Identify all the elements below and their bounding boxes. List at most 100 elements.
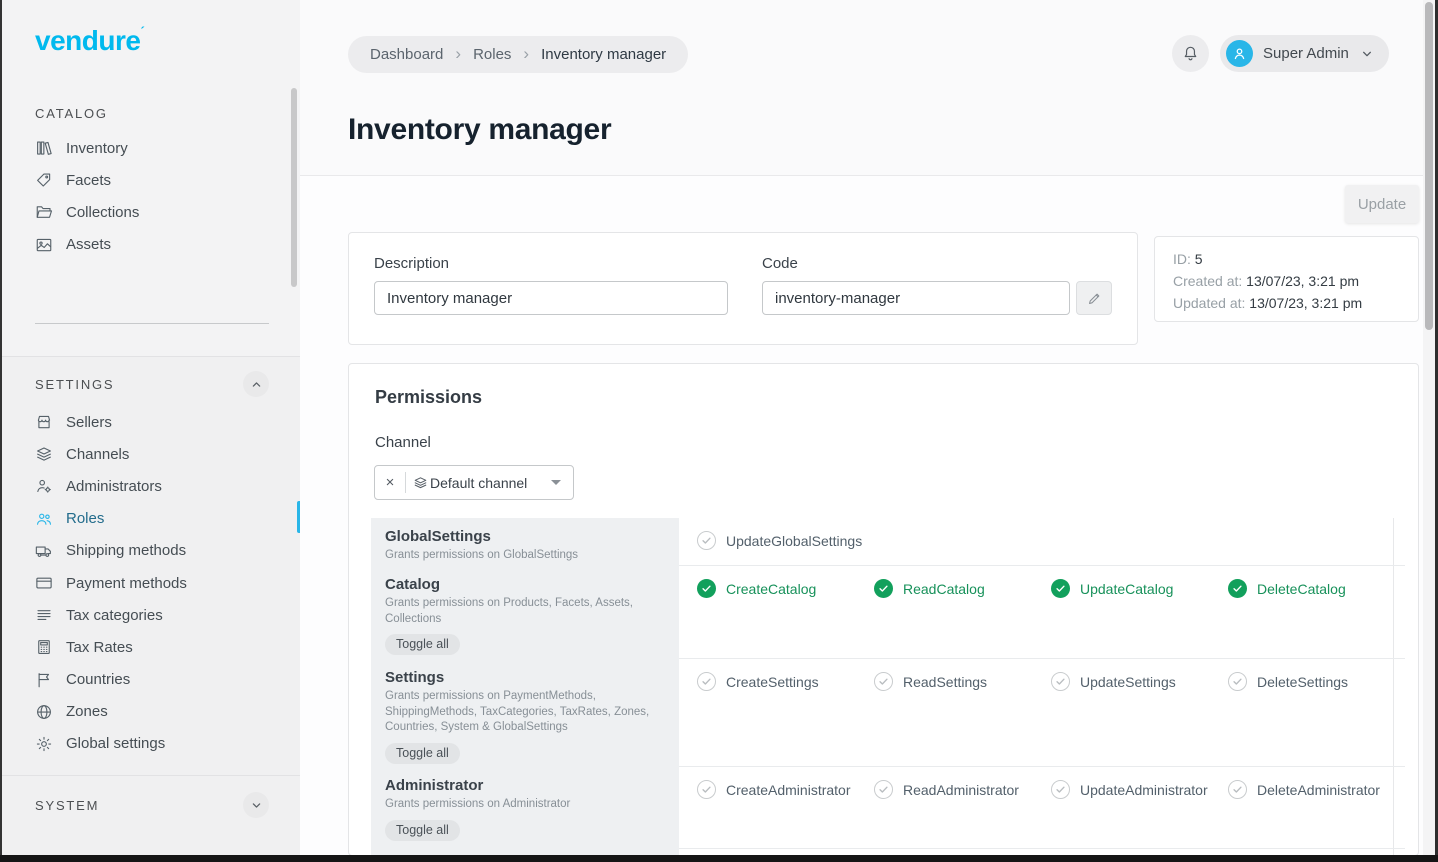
sidebar-item-label: Zones (66, 703, 108, 720)
permission-checkbox-readcatalog[interactable]: ReadCatalog (874, 579, 1051, 598)
sidebar-item-sellers[interactable]: Sellers (2, 406, 300, 438)
description-input[interactable] (374, 281, 728, 315)
unchecked-circle-icon (874, 672, 893, 691)
inventory-icon (35, 139, 53, 157)
breadcrumb: Dashboard›Roles›Inventory manager (348, 36, 688, 73)
page-scrollbar-thumb[interactable] (1425, 2, 1433, 330)
main-content: Dashboard›Roles›Inventory manager Super … (300, 0, 1435, 855)
channel-value: Default channel (430, 475, 527, 491)
permission-label: DeleteSettings (1257, 674, 1348, 690)
select-caret-icon (551, 480, 561, 485)
permission-checkbox-deleteadministrator[interactable]: DeleteAdministrator (1228, 780, 1405, 799)
update-button[interactable]: Update (1345, 185, 1419, 223)
sidebar-item-channels[interactable]: Channels (2, 438, 300, 470)
breadcrumb-item-roles[interactable]: Roles (473, 46, 511, 63)
sidebar-item-tax-rates[interactable]: Tax Rates (2, 631, 300, 663)
toggle-all-button[interactable]: Toggle all (385, 743, 460, 764)
sidebar-item-roles[interactable]: Roles (2, 503, 300, 535)
page-scrollbar-track[interactable] (1423, 0, 1435, 855)
permission-category-description: Grants permissions on Administrator (385, 797, 653, 813)
breadcrumb-separator: › (523, 44, 529, 64)
unchecked-circle-icon (697, 780, 716, 799)
global-settings-icon (35, 735, 53, 753)
unchecked-circle-icon (874, 780, 893, 799)
sidebar-section-system: SYSTEM (2, 775, 300, 855)
sidebar-item-label: Assets (66, 236, 111, 253)
permission-label: ReadSettings (903, 674, 987, 690)
created-at-value: 13/07/23, 3:21 pm (1246, 273, 1359, 289)
permission-label: UpdateCatalog (1080, 581, 1173, 597)
sidebar-item-global-settings[interactable]: Global settings (2, 728, 300, 760)
code-input[interactable] (762, 281, 1070, 315)
checked-circle-icon (1228, 579, 1247, 598)
sidebar-item-facets[interactable]: Facets (2, 164, 300, 196)
sidebar-divider (35, 323, 269, 324)
sidebar-item-inventory[interactable]: Inventory (2, 132, 300, 164)
permission-checkbox-updatecatalog[interactable]: UpdateCatalog (1051, 579, 1228, 598)
permission-checkbox-deletecatalog[interactable]: DeleteCatalog (1228, 579, 1405, 598)
permission-label: DeleteCatalog (1257, 581, 1346, 597)
permission-category-description: Grants permissions on Products, Facets, … (385, 596, 653, 627)
breadcrumb-item-dashboard[interactable]: Dashboard (370, 46, 443, 63)
permission-category-name: Administrator (385, 775, 653, 796)
permission-items: CreateSettings ReadSettings UpdateSettings… (679, 659, 1405, 767)
permission-checkbox-updatesettings[interactable]: UpdateSettings (1051, 672, 1228, 691)
meta-updated-row: Updated at: 13/07/23, 3:21 pm (1173, 292, 1400, 314)
permission-category-name: Settings (385, 667, 653, 688)
code-field-group: Code (762, 255, 1112, 315)
user-menu[interactable]: Super Admin (1220, 35, 1389, 72)
sidebar-section-settings: SETTINGS SellersChannelsAdministratorsRo… (2, 356, 300, 775)
permission-checkbox-createadministrator[interactable]: CreateAdministrator (697, 780, 874, 799)
permission-items: CreateCatalog ReadCatalog UpdateCatalog Del… (679, 566, 1405, 659)
payment-icon (35, 574, 53, 592)
toggle-all-button[interactable]: Toggle all (385, 820, 460, 841)
permission-label: CreateCatalog (726, 581, 816, 597)
avatar (1226, 40, 1253, 67)
sidebar-item-payment-methods[interactable]: Payment methods (2, 567, 300, 599)
roles-icon (35, 510, 53, 528)
sidebar-item-zones[interactable]: Zones (2, 696, 300, 728)
permission-checkbox-updateadministrator[interactable]: UpdateAdministrator (1051, 780, 1228, 799)
permission-checkbox-readsettings[interactable]: ReadSettings (874, 672, 1051, 691)
permission-checkbox-createsettings[interactable]: CreateSettings (697, 672, 874, 691)
edit-code-button[interactable] (1076, 281, 1112, 315)
settings-collapse-button[interactable] (243, 371, 269, 397)
channels-icon (35, 445, 53, 463)
logo-mark: ´ (140, 24, 144, 39)
permission-checkbox-createcatalog[interactable]: CreateCatalog (697, 579, 874, 598)
permission-checkbox-deletesettings[interactable]: DeleteSettings (1228, 672, 1405, 691)
select-divider (405, 472, 406, 493)
sidebar-item-label: Administrators (66, 478, 162, 495)
vendure-logo: vendure´ (35, 24, 144, 57)
section-label-catalog: CATALOG (35, 106, 108, 121)
created-at-label: Created at: (1173, 273, 1242, 289)
channel-label: Channel (375, 434, 431, 451)
sidebar-item-collections[interactable]: Collections (2, 196, 300, 228)
tax-categories-icon (35, 606, 53, 624)
sidebar-item-assets[interactable]: Assets (2, 229, 300, 261)
sidebar-item-countries[interactable]: Countries (2, 664, 300, 696)
permission-label: UpdateAdministrator (1080, 782, 1208, 798)
permission-checkbox-updateglobalsettings[interactable]: UpdateGlobalSettings (697, 531, 874, 550)
updated-at-label: Updated at: (1173, 295, 1245, 311)
sidebar-item-label: Channels (66, 446, 129, 463)
id-label: ID: (1173, 251, 1191, 267)
facets-icon (35, 171, 53, 189)
notifications-button[interactable] (1172, 35, 1209, 72)
system-collapse-button[interactable] (243, 792, 269, 818)
unchecked-circle-icon (1051, 780, 1070, 799)
role-detail-card: Description Code (348, 232, 1138, 345)
permission-category: SettingsGrants permissions on PaymentMet… (371, 659, 679, 767)
permission-category: GlobalSettingsGrants permissions on Glob… (371, 518, 679, 566)
toggle-all-button[interactable]: Toggle all (385, 634, 460, 655)
remove-channel-button[interactable]: × (375, 474, 405, 491)
sidebar-item-tax-categories[interactable]: Tax categories (2, 599, 300, 631)
sidebar-item-shipping-methods[interactable]: Shipping methods (2, 535, 300, 567)
permission-category-description: Grants permissions on PaymentMethods, Sh… (385, 689, 653, 736)
sidebar-scrollbar-thumb[interactable] (291, 88, 297, 287)
sidebar-catalog-items: InventoryFacetsCollections Assets (2, 132, 300, 261)
permission-checkbox-readadministrator[interactable]: ReadAdministrator (874, 780, 1051, 799)
sidebar-item-administrators[interactable]: Administrators (2, 470, 300, 502)
permission-label: CreateSettings (726, 674, 819, 690)
channel-select[interactable]: × Default channel (374, 465, 574, 500)
